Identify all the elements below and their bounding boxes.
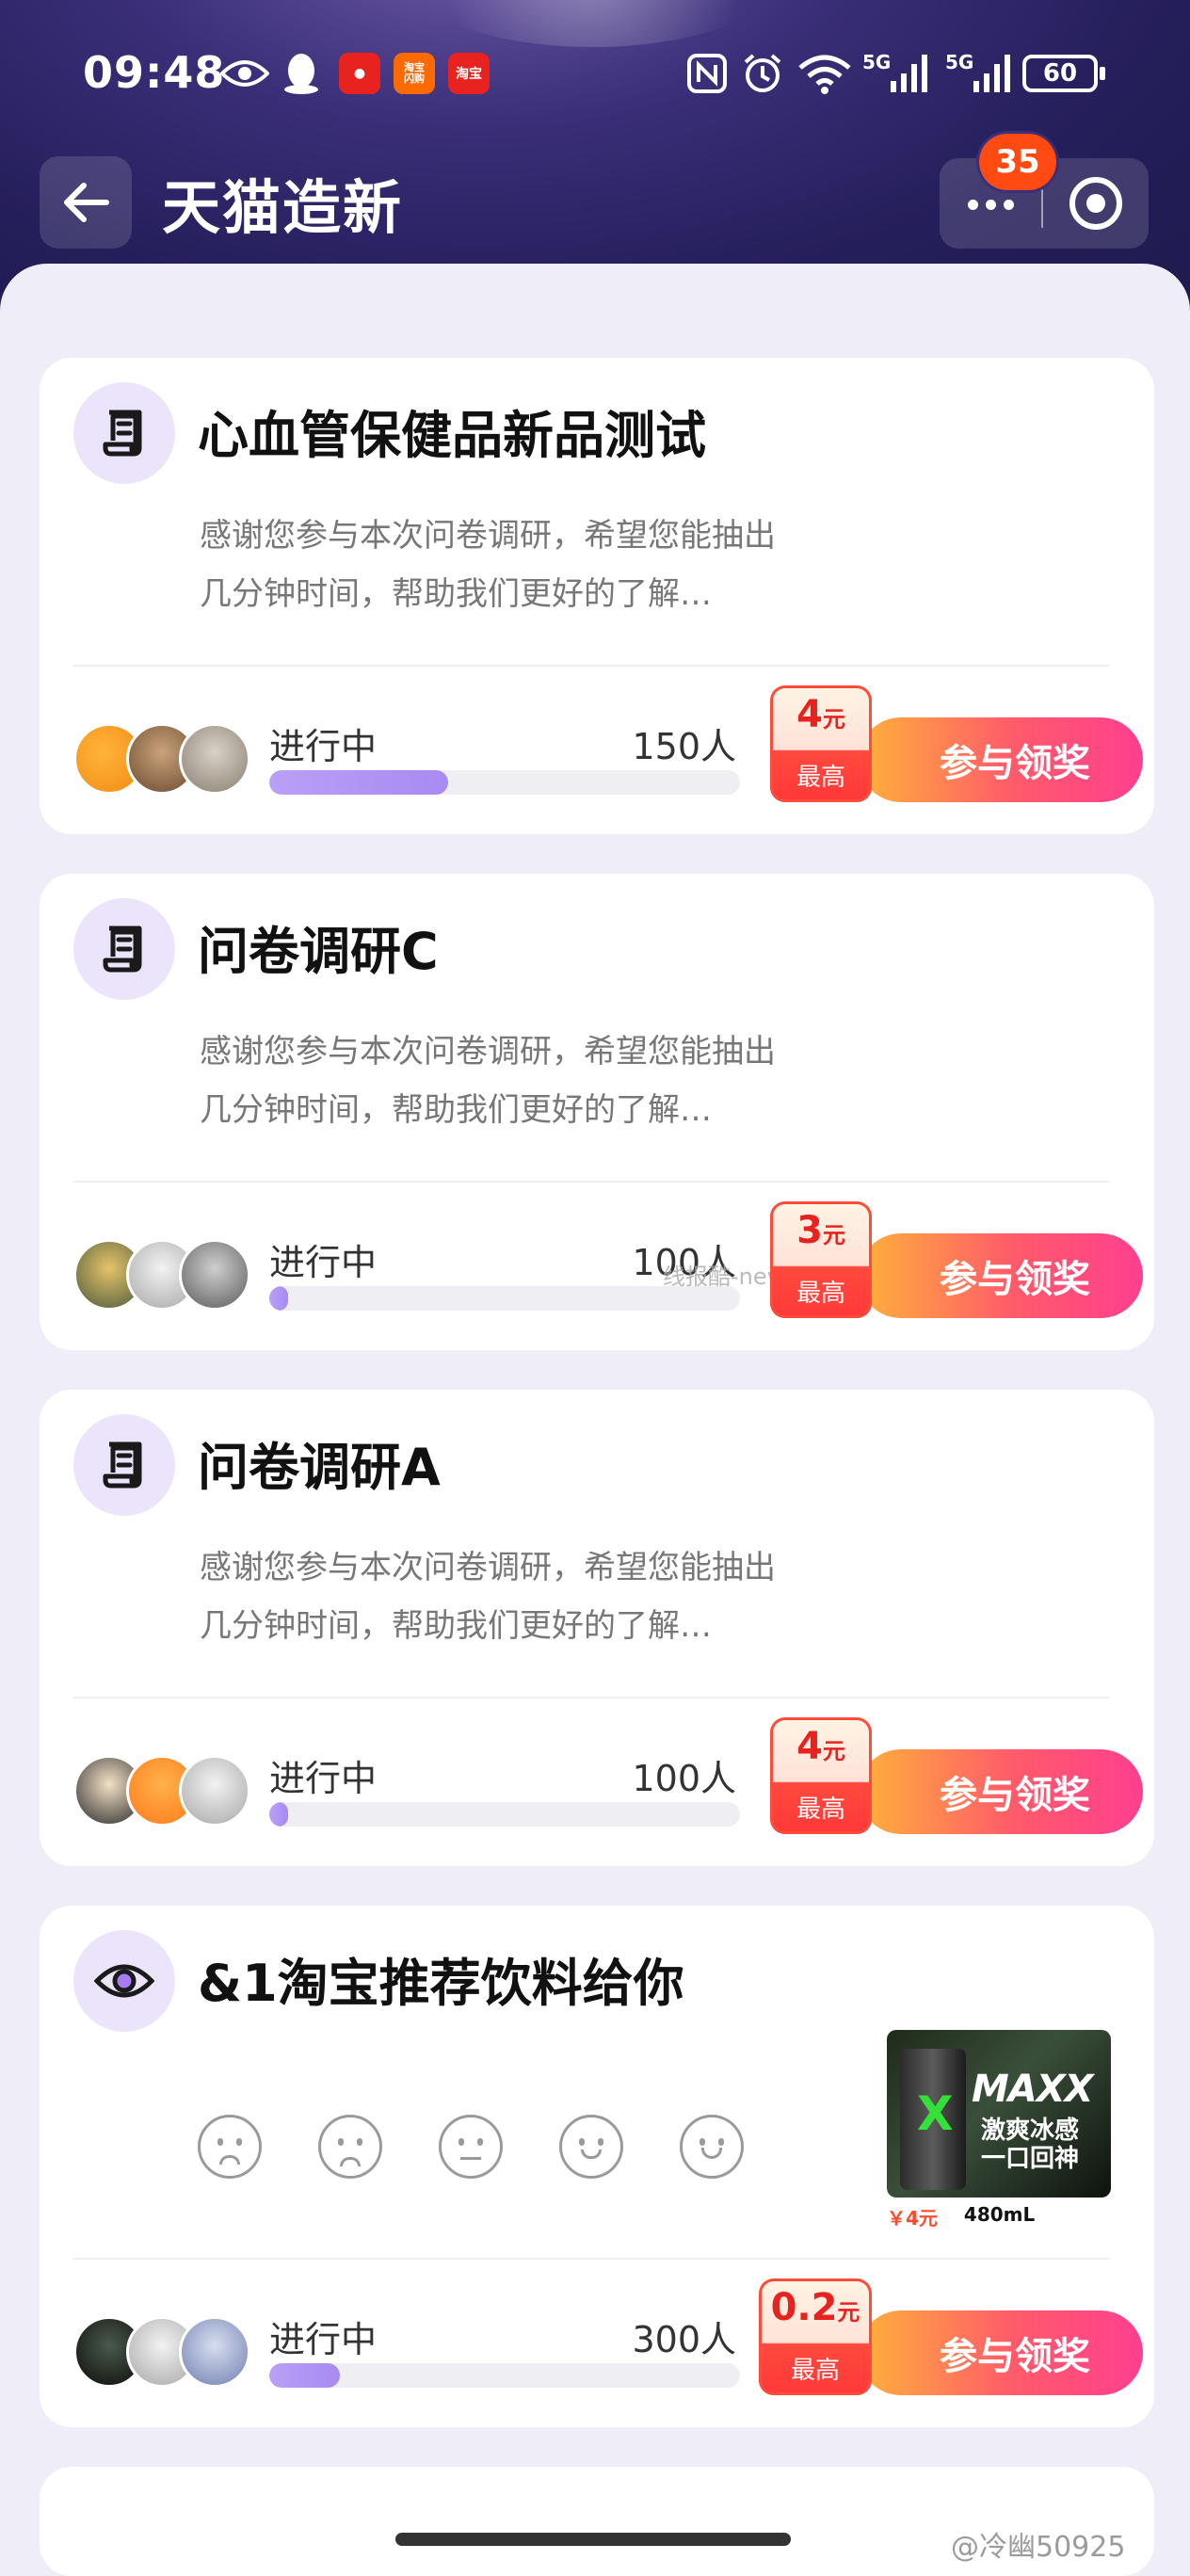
progress-fill bbox=[269, 1286, 288, 1311]
card-description: 感谢您参与本次问卷调研，希望您能抽出几分钟时间，帮助我们更好的了解… bbox=[200, 1033, 776, 1129]
page-title: 天猫造新 bbox=[162, 173, 404, 242]
smile-face-icon[interactable] bbox=[559, 2115, 623, 2179]
product-price-row: ￥4元 480mL bbox=[887, 2203, 1113, 2230]
neutral-face-icon[interactable] bbox=[439, 2115, 503, 2179]
signal-bars-2-icon bbox=[972, 51, 1013, 96]
drink-can bbox=[900, 2049, 966, 2190]
signal-bars-1-icon bbox=[889, 51, 930, 96]
app-icon-dog: 淘宝 bbox=[448, 51, 490, 96]
scroll-doc-icon bbox=[73, 898, 175, 1000]
signal-label-2: 5G bbox=[945, 51, 974, 73]
claim-reward-button[interactable]: 参与领奖 bbox=[859, 2310, 1143, 2395]
reward-label: 最高 bbox=[790, 2357, 840, 2385]
reward-tag: 4元 最高 bbox=[770, 1717, 872, 1834]
status-label: 进行中 bbox=[269, 1242, 378, 1283]
card-divider bbox=[73, 2258, 1109, 2260]
notification-badge: 35 bbox=[979, 134, 1056, 190]
product-slogan: 激爽冰感 一口回神 bbox=[981, 2117, 1080, 2173]
participant-count: 150人 bbox=[632, 726, 736, 767]
participant-count: 300人 bbox=[632, 2319, 736, 2360]
reward-tag: 4元 最高 bbox=[770, 685, 872, 802]
card-title: 问卷调研A bbox=[198, 1438, 441, 1497]
reward-amount: 4元 bbox=[796, 1725, 845, 1768]
claim-reward-button[interactable]: 参与领奖 bbox=[859, 1749, 1143, 1834]
survey-card[interactable]: &1淘宝推荐饮料给你 MAXX 激爽冰感 一口回神 ￥4元 480mL 进行中 … bbox=[40, 1906, 1154, 2427]
reward-tag: 3元 最高 bbox=[770, 1201, 872, 1318]
status-bar: 09:48 ● 淘宝 闪购 淘宝 5G 5G 60 bbox=[0, 38, 1190, 113]
progress-bar bbox=[269, 1802, 740, 1827]
home-indicator[interactable] bbox=[395, 2533, 791, 2546]
survey-card[interactable]: 问卷调研C 感谢您参与本次问卷调研，希望您能抽出几分钟时间，帮助我们更好的了解…… bbox=[40, 874, 1154, 1350]
arrow-left-icon bbox=[64, 183, 109, 222]
card-title: 心血管保健品新品测试 bbox=[198, 406, 706, 465]
reward-tag: 0.2元 最高 bbox=[759, 2278, 872, 2395]
progress-fill bbox=[269, 770, 448, 795]
avatar bbox=[179, 1755, 250, 1827]
product-volume: 480mL bbox=[963, 2203, 1036, 2226]
reward-amount: 3元 bbox=[796, 1209, 845, 1252]
drink-product-photo: MAXX 激爽冰感 一口回神 bbox=[887, 2030, 1111, 2198]
reward-label: 最高 bbox=[796, 764, 845, 792]
participant-avatars bbox=[73, 1239, 250, 1311]
status-label: 进行中 bbox=[269, 2319, 378, 2360]
card-description: 感谢您参与本次问卷调研，希望您能抽出几分钟时间，帮助我们更好的了解… bbox=[200, 517, 776, 613]
sad-face-icon[interactable] bbox=[318, 2115, 382, 2179]
reward-label: 最高 bbox=[796, 1795, 845, 1824]
reward-label: 最高 bbox=[796, 1280, 845, 1308]
avatar bbox=[179, 2316, 250, 2388]
reward-amount: 4元 bbox=[796, 693, 845, 736]
survey-card[interactable]: 问卷调研A 感谢您参与本次问卷调研，希望您能抽出几分钟时间，帮助我们更好的了解…… bbox=[40, 1390, 1154, 1866]
nfc-icon bbox=[687, 51, 727, 96]
reward-amount: 0.2元 bbox=[770, 2286, 860, 2329]
progress-fill bbox=[269, 1802, 288, 1827]
claim-reward-button[interactable]: 参与领奖 bbox=[859, 1233, 1143, 1318]
status-label: 进行中 bbox=[269, 726, 378, 767]
card-divider bbox=[73, 1697, 1109, 1699]
card-divider bbox=[73, 665, 1109, 667]
avatar bbox=[179, 723, 250, 795]
progress-bar bbox=[269, 2363, 740, 2388]
survey-card[interactable]: 心血管保健品新品测试 感谢您参与本次问卷调研，希望您能抽出几分钟时间，帮助我们更… bbox=[40, 358, 1154, 834]
status-time: 09:48 bbox=[83, 47, 226, 98]
scroll-doc-icon bbox=[73, 382, 175, 484]
battery-indicator: 60 bbox=[1022, 55, 1105, 92]
product-image: MAXX 激爽冰感 一口回神 ￥4元 480mL bbox=[887, 2030, 1113, 2230]
participant-avatars bbox=[73, 2316, 250, 2388]
back-button[interactable] bbox=[40, 156, 132, 249]
very-sad-face-icon[interactable] bbox=[198, 2115, 262, 2179]
status-label: 进行中 bbox=[269, 1758, 378, 1799]
happy-face-icon[interactable] bbox=[680, 2115, 744, 2179]
eye-status-icon bbox=[220, 51, 269, 96]
participant-avatars bbox=[73, 1755, 250, 1827]
progress-bar bbox=[269, 770, 740, 795]
weibo-watermark: @冷幽50925 bbox=[951, 2531, 1126, 2564]
progress-fill bbox=[269, 2363, 340, 2388]
product-price: ￥4元 bbox=[887, 2207, 938, 2230]
claim-reward-button[interactable]: 参与领奖 bbox=[859, 717, 1143, 802]
product-brand: MAXX bbox=[972, 2068, 1093, 2111]
card-title: 问卷调研C bbox=[198, 922, 439, 981]
qq-icon bbox=[282, 51, 320, 96]
rating-faces bbox=[198, 2115, 744, 2179]
close-target-icon[interactable] bbox=[1069, 177, 1122, 230]
card-divider bbox=[73, 1181, 1109, 1183]
scroll-doc-icon bbox=[73, 1414, 175, 1516]
participant-avatars bbox=[73, 723, 250, 795]
signal-label-1: 5G bbox=[862, 51, 892, 73]
alarm-icon bbox=[742, 51, 783, 96]
card-description: 感谢您参与本次问卷调研，希望您能抽出几分钟时间，帮助我们更好的了解… bbox=[200, 1549, 776, 1645]
wifi-icon bbox=[796, 51, 853, 96]
app-icon-red: ● bbox=[339, 51, 380, 96]
participant-count: 100人 bbox=[632, 1758, 736, 1799]
avatar bbox=[179, 1239, 250, 1311]
eye-icon bbox=[73, 1930, 175, 2032]
taobao-flash-icon: 淘宝 闪购 bbox=[394, 51, 435, 96]
card-title: &1淘宝推荐饮料给你 bbox=[198, 1954, 684, 2013]
